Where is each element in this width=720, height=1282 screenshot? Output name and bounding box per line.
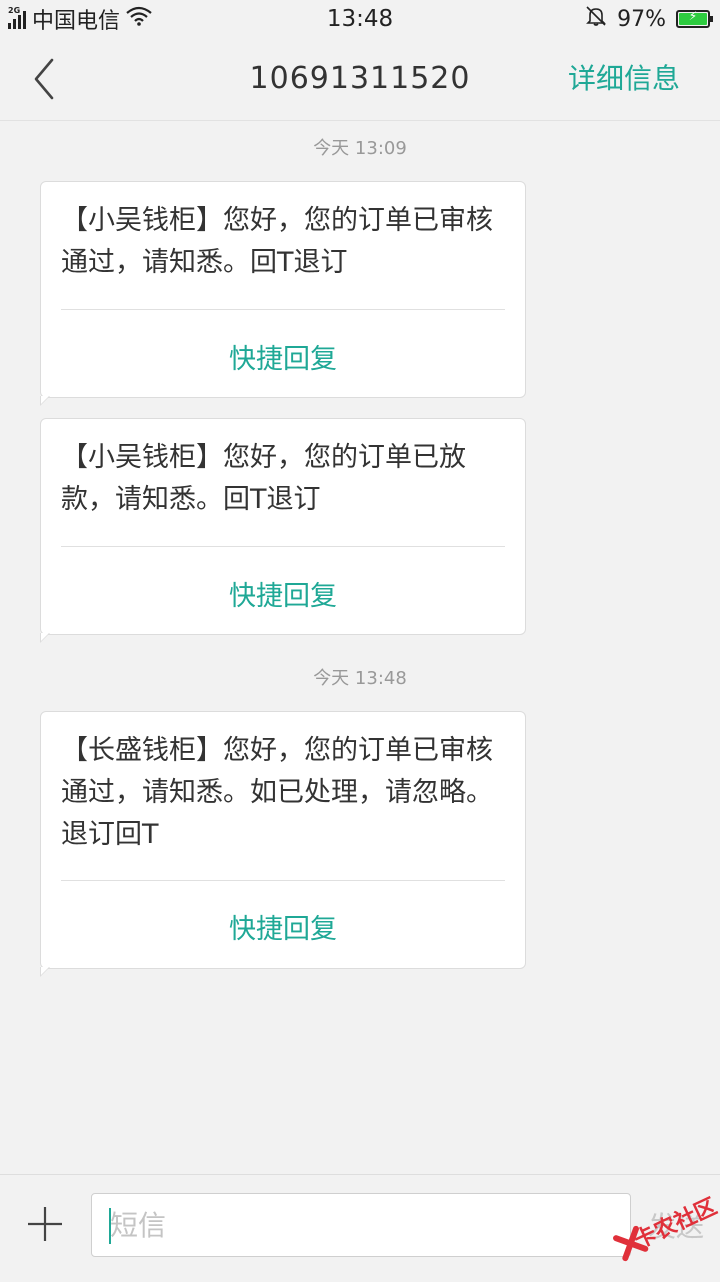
battery-icon: ⚡ bbox=[676, 9, 713, 28]
message-timestamp: 今天 13:48 bbox=[313, 668, 407, 689]
divider bbox=[61, 309, 505, 310]
conversation-header: 10691311520 详细信息 bbox=[0, 38, 720, 121]
quick-reply-button[interactable]: 快捷回复 bbox=[41, 907, 525, 946]
chevron-left-icon bbox=[34, 58, 54, 100]
mute-bell-icon bbox=[585, 5, 607, 33]
message-input[interactable] bbox=[110, 1194, 610, 1256]
message-timestamp: 今天 13:09 bbox=[313, 138, 407, 159]
add-attachment-button[interactable] bbox=[20, 1199, 70, 1249]
message-bubble[interactable]: 【小吴钱柜】您好，您的订单已审核通过，请知悉。回T退订 快捷回复 bbox=[40, 181, 526, 406]
message-input-box[interactable] bbox=[91, 1193, 631, 1257]
divider bbox=[61, 880, 505, 881]
quick-reply-button[interactable]: 快捷回复 bbox=[41, 337, 525, 376]
back-button[interactable] bbox=[18, 54, 74, 104]
divider bbox=[61, 546, 505, 547]
message-bubble[interactable]: 【小吴钱柜】您好，您的订单已放款，请知悉。回T退订 快捷回复 bbox=[40, 418, 526, 643]
battery-percent: 97% bbox=[617, 6, 666, 32]
quick-reply-button[interactable]: 快捷回复 bbox=[41, 574, 525, 613]
message-text: 【小吴钱柜】您好，您的订单已审核通过，请知悉。回T退订 bbox=[61, 205, 493, 278]
plus-icon bbox=[28, 1207, 62, 1241]
message-text: 【小吴钱柜】您好，您的订单已放款，请知悉。回T退订 bbox=[61, 442, 466, 515]
message-bubble[interactable]: 【长盛钱柜】您好，您的订单已审核通过，请知悉。如已处理，请忽略。退订回T 快捷回… bbox=[40, 711, 526, 977]
status-right: 97% ⚡ bbox=[585, 0, 713, 38]
status-bar: 2G 中国电信 13:48 97% ⚡ bbox=[0, 0, 720, 38]
detail-info-button[interactable]: 详细信息 bbox=[568, 38, 680, 120]
message-text: 【长盛钱柜】您好，您的订单已审核通过，请知悉。如已处理，请忽略。退订回T bbox=[61, 735, 493, 850]
watermark-text: 卡农社区 bbox=[630, 1194, 720, 1255]
